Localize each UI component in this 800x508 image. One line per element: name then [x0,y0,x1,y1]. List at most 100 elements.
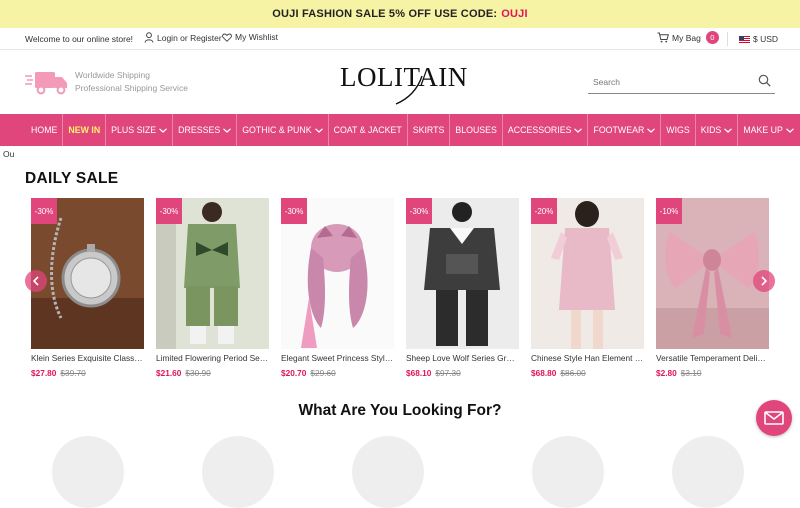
nav-item-gothic-punk[interactable]: GOTHIC & PUNK [237,114,329,146]
nav-item-dresses[interactable]: DRESSES [173,114,238,146]
category-circle[interactable] [532,436,604,508]
chevron-down-icon [159,127,168,133]
product-name[interactable]: Elegant Sweet Princess Style Synthetic W… [281,353,394,363]
nav-item-new-in[interactable]: NEW IN [63,114,107,146]
discount-badge: -10% [656,198,682,224]
product-name[interactable]: Klein Series Exquisite Classic Retro Poc… [31,353,144,363]
nav-item-label: DRESSES [178,125,221,135]
search-input[interactable] [588,76,748,87]
nav-item-kids[interactable]: KIDS [696,114,739,146]
product-image[interactable]: -30% [406,198,519,349]
nav-item-label: HOME [31,125,58,135]
sale-price: $21.60 [156,368,182,378]
chevron-down-icon [786,127,794,133]
bag-count-badge: 0 [705,31,719,44]
nav-item-blouses[interactable]: BLOUSES [450,114,503,146]
nav-item-plus-size[interactable]: PLUS SIZE [106,114,174,146]
search-button[interactable] [758,74,771,92]
product-name[interactable]: Sheep Love Wolf Series Gray Pants Set [406,353,519,363]
shipping-line-1: Worldwide Shipping [75,70,150,80]
nav-item-label: NEW IN [68,125,101,135]
original-price: $29.60 [310,368,336,378]
wishlist-label: My Wishlist [235,32,278,42]
original-price: $39.70 [60,368,86,378]
my-bag-link[interactable]: My Bag 0 [657,31,719,44]
category-circle[interactable] [672,436,744,508]
carousel-next-button[interactable] [753,270,775,292]
product-image[interactable]: -30% [31,198,144,349]
product-card[interactable]: -30% Klein Series Exquisite Classic Retro… [31,198,144,388]
login-register-link[interactable]: Login or Register [144,32,222,43]
nav-item-skirts[interactable]: SKIRTS [408,114,451,146]
chevron-left-icon [32,276,39,286]
discount-badge: -30% [406,198,432,224]
nav-item-label: GOTHIC & PUNK [242,125,312,135]
product-card[interactable]: -20% Chinese Style Han Element Improved Q… [531,198,644,388]
nav-item-coat-jacket[interactable]: COAT & JACKET [329,114,408,146]
sale-price: $27.80 [31,368,57,378]
nav-item-label: PLUS SIZE [111,125,157,135]
search-icon [758,74,771,87]
chevron-down-icon [647,127,656,133]
nav-item-make-up[interactable]: MAKE UP [738,114,799,146]
product-prices: $21.60 $30.90 [156,368,211,378]
user-icon [144,32,154,43]
product-card[interactable]: -30% Limited Flowering Period Series Ouji… [156,198,269,388]
nav-item-label: SKIRTS [412,125,445,135]
product-card[interactable]: -30% Sheep Love Wolf Series Gray Pants Se… [406,198,519,388]
currency-selector[interactable]: $ USD [739,34,778,44]
product-prices: $20.70 $29.60 [281,368,336,378]
nav-item-home[interactable]: HOME [26,114,64,146]
product-card[interactable]: -10% Versatile Temperament Delicate Bow H… [656,198,769,388]
chevron-down-icon [223,127,232,133]
chevron-down-icon [574,127,583,133]
product-image[interactable]: -10% [656,198,769,349]
product-image[interactable]: -20% [531,198,644,349]
sale-price: $20.70 [281,368,307,378]
product-prices: $68.80 $86.00 [531,368,586,378]
product-image[interactable]: -30% [156,198,269,349]
category-circle[interactable] [202,436,274,508]
nav-item-label: MAKE UP [743,125,783,135]
promo-banner[interactable]: OUJI FASHION SALE 5% OFF USE CODE: OUJI [0,0,800,28]
nav-item-accessories[interactable]: ACCESSORIES [503,114,589,146]
utility-bar: Welcome to our online store! Login or Re… [0,28,800,50]
sale-price: $68.10 [406,368,432,378]
delivery-truck-icon [25,72,67,95]
product-name[interactable]: Versatile Temperament Delicate Bow Hairp… [656,353,769,363]
currency-label: $ USD [753,34,779,44]
shipping-line-2: Professional Shipping Service [75,83,188,93]
sale-price: $68.80 [531,368,557,378]
discount-badge: -30% [156,198,182,224]
category-circle[interactable] [52,436,124,508]
product-image[interactable]: -30% [281,198,394,349]
product-name[interactable]: Limited Flowering Period Series Ouji Set [156,353,269,363]
nav-item-footwear[interactable]: FOOTWEAR [588,114,662,146]
site-logo[interactable]: LOLITAIN [340,62,467,106]
heart-icon [222,33,232,42]
contact-chat-button[interactable] [756,400,792,436]
promo-code: OUJI [501,8,528,20]
product-card[interactable]: -30% Elegant Sweet Princess Style Synthet… [281,198,394,388]
category-circle[interactable] [352,436,424,508]
chevron-down-icon [724,127,733,133]
product-prices: $27.80 $39.70 [31,368,86,378]
login-label: Login or Register [157,32,222,43]
chevron-down-icon [314,127,323,133]
main-navigation: HOME NEW IN PLUS SIZE DRESSES GOTHIC & PUNK C… [0,114,800,146]
product-prices: $68.10 $97.30 [406,368,461,378]
cart-icon [657,32,669,43]
nav-item-wigs[interactable]: WIGS [661,114,696,146]
product-carousel: -30% Klein Series Exquisite Classic Retro… [31,198,776,388]
product-name[interactable]: Chinese Style Han Element Improved Qipao… [531,353,644,363]
logo-swash [395,75,423,105]
us-flag-icon [739,35,750,43]
carousel-prev-button[interactable] [25,270,47,292]
wishlist-link[interactable]: My Wishlist [222,32,278,42]
original-price: $86.00 [560,368,586,378]
original-price: $97.30 [435,368,461,378]
shipping-info: Worldwide Shipping Professional Shipping… [25,68,188,96]
stray-text: Ou [3,149,15,159]
nav-item-label: ACCESSORIES [507,125,572,135]
nav-item-label: KIDS [700,125,722,135]
